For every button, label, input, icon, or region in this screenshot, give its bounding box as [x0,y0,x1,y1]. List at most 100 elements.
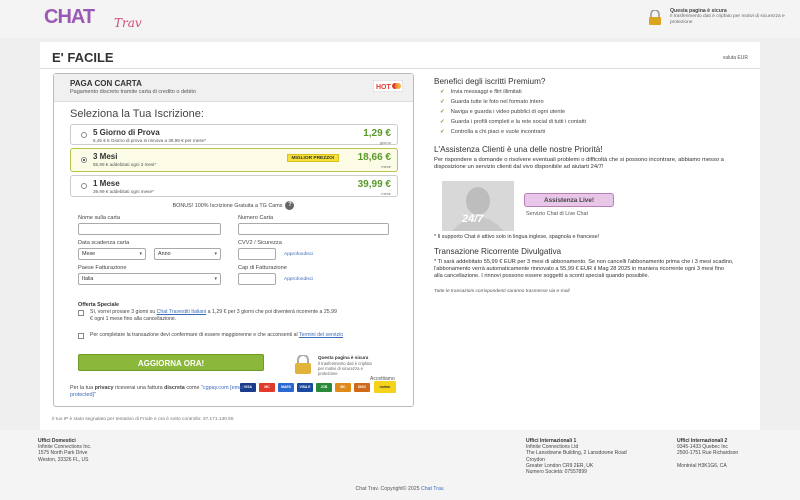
privacy-text-2: riceverai una fattura [114,385,163,391]
jcb-icon: JCB [316,383,332,392]
country-value: Italia [82,276,94,282]
check-icon: ✓ [440,109,445,115]
card-number-input[interactable] [238,223,389,235]
footer: Uffici Domestici Infinite Connections In… [0,430,800,500]
zip-input[interactable] [238,273,276,285]
benefit-text: Invia messaggi e flirt illimitati [450,89,522,95]
check-icon: ✓ [440,129,445,135]
benefit-item: ✓ Guarda i profili completi e la rete soc… [440,119,586,125]
copyright-brand-link[interactable]: Chat Trav. [421,486,445,492]
zip-info-link[interactable]: Approfondisci [284,277,313,282]
payment-cards: VISA MC MAES VISA E JCB MC DISC norton [240,381,410,397]
padlock-icon [295,355,311,374]
plan-radio-3-months[interactable] [81,157,87,163]
discover-icon: DISC [354,383,370,392]
ip-notice: Il tuo IP è stato segnalato per tentativ… [52,417,234,422]
privacy-bold-1: privacy [94,385,114,391]
terms-link[interactable]: Termini del servizio [299,332,343,338]
benefit-item: ✓ Controlla a chi piaci e vuole incontrar… [440,129,545,135]
footer-line: 1575 North Park Drive [38,450,88,457]
lock-icon [649,10,661,25]
main-panel: E' FACILE valuta EUR PAGA CON CARTA Paga… [40,42,760,430]
visa-electron-icon: VISA E [297,383,313,392]
expiry-month-value: Mese [82,251,96,257]
footer-line: 2500-1751 Rue Richardson [677,450,739,457]
offer-link[interactable]: Chat Travestiti Italiani [157,309,207,315]
card-name-input[interactable] [78,223,221,235]
payment-card-panel: PAGA CON CARTA Pagamento discreto tramit… [53,73,414,407]
benefits-title: Benefici degli iscritti Premium? [434,77,546,86]
maestro-icon: MAES [278,383,294,392]
cvv-input[interactable] [238,248,276,260]
plan-unit: giorno [379,140,391,145]
plan-radio-1-month[interactable] [81,183,87,189]
copyright: Chat Trav. Copyright© 2025 Chat Trav. [0,486,800,492]
recurring-note: Tutte le transazioni corrispondenti sara… [434,289,570,294]
divider [40,68,760,69]
country-label: Paese Fatturazione [78,265,127,271]
top-bar: CHAT Trav Questa pagina è sicura Il tras… [0,0,800,38]
special-offer-checkbox[interactable] [78,310,84,316]
footer-line: Numero Società: 07557899 [526,469,587,476]
plan-option-3-months[interactable]: 3 Mesi 55,99 € addebitati ogni 3 mesi* M… [70,148,398,172]
recurring-title: Transazione Ricorrente Divulgativa [434,247,562,256]
plan-option-trial[interactable]: 5 Giorno di Prova 6,45 € 5 Giorno di pro… [70,124,398,145]
page-title: E' FACILE [52,50,114,65]
plan-desc: 39,99 € addebitati ogni mese* [93,189,154,194]
card-secure-title: Questa pagina è sicura [318,355,369,360]
card-subtitle: Pagamento discreto tramite carta di cred… [70,89,196,95]
privacy-text-1: Per la tua [70,385,94,391]
support-note: * Il supporto Chat è attivo solo in ling… [434,234,600,240]
footer-international-office-2: Uffici Internazionali 2 9345-1433 Quebec… [677,438,738,469]
hot-logo-icon: HOT [373,80,403,92]
terms-checkbox[interactable] [78,333,84,339]
terms-text-body: Per completare la transazione devi confe… [90,332,298,338]
plan-radio-trial[interactable] [81,132,87,138]
plan-name: 1 Mese [93,179,120,188]
recurring-text: * Ti sarà addebitato 55,99 € EUR per 3 m… [434,259,734,279]
footer-line: Montréal H3K1G6, CA [677,462,727,469]
special-offer-text: Sì, vorrei provare 3 giorni su Chat Trav… [90,309,340,322]
plan-option-1-month[interactable]: 1 Mese 39,99 € addebitati ogni mese* 39,… [70,175,398,197]
live-support-button[interactable]: Assistenza Live! [524,193,614,207]
zip-label: Cap di Fatturazione [238,265,287,271]
benefit-item: ✓ Guarda tutte le foto nel formato intero [440,99,544,105]
chevron-down-icon: ▾ [214,251,217,257]
plan-name: 3 Mesi [93,152,118,161]
live-support-subtitle: Servizio Chat di Live Chat [526,211,589,217]
card-number-label: Numero Carta [238,215,274,221]
submit-button[interactable]: AGGIORNA ORA! [78,354,264,371]
expiry-month-select[interactable]: Mese ▾ [78,248,146,260]
cvv-info-link[interactable]: Approfondisci [284,252,313,257]
mastercard-icon: MC [259,383,275,392]
site-logo[interactable]: CHAT Trav [44,6,154,32]
mastercard-icon: MC [335,383,351,392]
footer-line: Weston, 33326 FL, US [38,456,89,463]
best-price-badge: MIGLIOR PREZZO! [287,154,339,162]
plan-unit: mese [381,191,391,196]
norton-icon: norton [374,381,396,393]
card-name-label: Nome sulla carta [78,215,120,221]
plan-unit: mese [381,164,391,169]
benefit-text: Guarda i profili completi e la rete soci… [450,119,586,125]
support-title: L'Assistenza Clienti è una delle nostre … [434,145,603,154]
plan-desc: 55,99 € addebitati ogni 3 mesi* [93,162,157,167]
plan-price: 1,29 € [363,128,391,139]
help-icon[interactable]: ? [285,201,295,210]
expiry-year-select[interactable]: Anno ▾ [154,248,221,260]
footer-line: The Lansdowne Building, 2 Lansdowne Road [526,450,627,457]
country-select[interactable]: Italia ▾ [78,273,221,285]
avatar-label: 24/7 [462,213,484,225]
hot-logo-text: HOT [376,84,392,91]
support-text: Per rispondere a domande o risolvere eve… [434,157,724,171]
secure-text: Il trasferimento dati è cripfato per mot… [670,14,785,25]
plan-select-title: Seleziona la Tua Iscrizione: [70,108,204,120]
benefit-text: Controlla a chi piaci e vuole incontrart… [450,129,546,135]
special-offer-label: Offerta Speciale [78,302,120,308]
benefit-item: ✓ Invia messaggi e flirt illimitati [440,89,522,95]
logo-main-text: CHAT [44,6,95,28]
plan-name: 5 Giorno di Prova [93,128,160,137]
bonus-text: BONUS! 100% Iscrizione Gratuita a TG Cam… [172,202,283,209]
benefit-text: Naviga e guarda i video pubblici di ogni… [450,109,566,115]
secure-page-notice: Questa pagina è sicura Il trasferimento … [646,8,796,30]
